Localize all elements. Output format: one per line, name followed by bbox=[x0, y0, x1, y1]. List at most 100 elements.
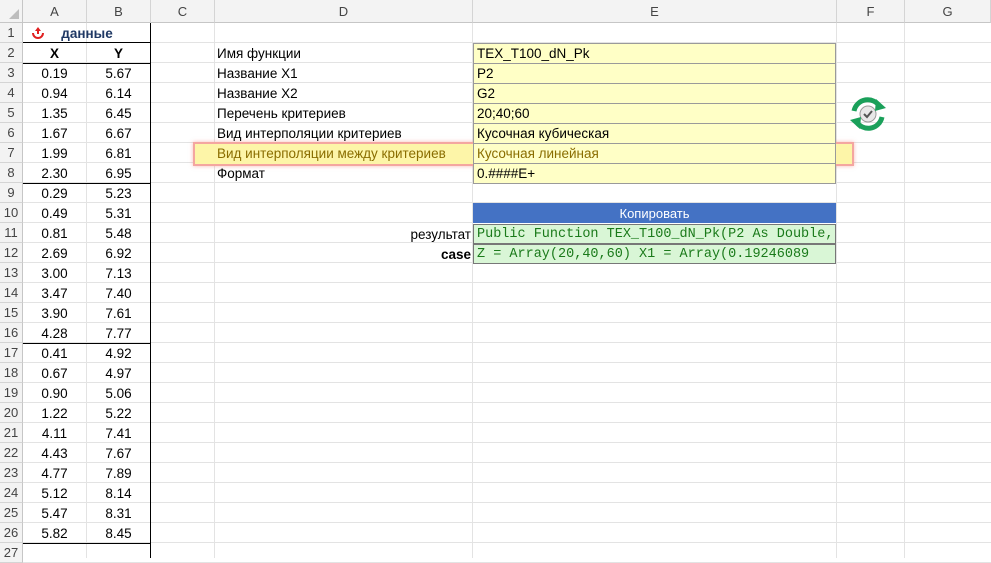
cell-y[interactable]: 7.41 bbox=[87, 423, 150, 443]
column-header-f[interactable]: F bbox=[837, 0, 905, 23]
cell-y[interactable]: 5.22 bbox=[87, 403, 150, 423]
cell-y[interactable]: 7.40 bbox=[87, 283, 150, 303]
table-title: данные bbox=[61, 25, 113, 41]
cell-x[interactable]: 4.77 bbox=[23, 463, 86, 483]
row-header-10[interactable]: 10 bbox=[0, 203, 23, 223]
row-header-5[interactable]: 5 bbox=[0, 103, 23, 123]
cell-y[interactable]: 7.77 bbox=[87, 323, 150, 343]
column-header-d[interactable]: D bbox=[215, 0, 473, 23]
result-label: результат bbox=[410, 226, 472, 242]
row-header-17[interactable]: 17 bbox=[0, 343, 23, 363]
gridline bbox=[23, 382, 991, 383]
code-line-2[interactable]: Z = Array(20,40,60) X1 = Array(0.1924608… bbox=[473, 244, 836, 264]
cell-y[interactable]: 5.67 bbox=[87, 63, 150, 83]
row-header-16[interactable]: 16 bbox=[0, 323, 23, 343]
cell-x[interactable]: 5.12 bbox=[23, 483, 86, 503]
refresh-icon[interactable] bbox=[846, 95, 890, 133]
row-header-26[interactable]: 26 bbox=[0, 523, 23, 543]
param-value[interactable]: 20;40;60 bbox=[473, 103, 836, 124]
cell-x[interactable]: 0.94 bbox=[23, 83, 86, 103]
cell-y[interactable]: 6.14 bbox=[87, 83, 150, 103]
cell-y[interactable]: 6.67 bbox=[87, 123, 150, 143]
row-header-27[interactable]: 27 bbox=[0, 543, 23, 563]
cell-y[interactable]: 5.23 bbox=[87, 183, 150, 203]
cell-x[interactable]: 1.22 bbox=[23, 403, 86, 423]
code-line-1[interactable]: Public Function TEX_T100_dN_Pk(P2 As Dou… bbox=[473, 224, 836, 244]
row-header-9[interactable]: 9 bbox=[0, 183, 23, 203]
column-header-g[interactable]: G bbox=[905, 0, 991, 23]
row-header-1[interactable]: 1 bbox=[0, 23, 23, 43]
cell-x[interactable]: 0.49 bbox=[23, 203, 86, 223]
row-header-19[interactable]: 19 bbox=[0, 383, 23, 403]
cell-x[interactable]: 0.19 bbox=[23, 63, 86, 83]
cell-x[interactable]: 3.90 bbox=[23, 303, 86, 323]
cell-x[interactable]: 0.29 bbox=[23, 183, 86, 203]
cell-x[interactable]: 2.30 bbox=[23, 163, 86, 183]
cell-y[interactable]: 7.61 bbox=[87, 303, 150, 323]
param-label: Название X2 bbox=[217, 85, 298, 101]
cell-x[interactable]: 3.00 bbox=[23, 263, 86, 283]
cell-x[interactable]: 5.47 bbox=[23, 503, 86, 523]
cell-x[interactable]: 0.81 bbox=[23, 223, 86, 243]
row-header-12[interactable]: 12 bbox=[0, 243, 23, 263]
row-header-6[interactable]: 6 bbox=[0, 123, 23, 143]
cell-x[interactable]: 5.82 bbox=[23, 523, 86, 543]
cell-x[interactable]: 3.47 bbox=[23, 283, 86, 303]
gridline bbox=[23, 542, 991, 543]
row-header-2[interactable]: 2 bbox=[0, 43, 23, 63]
cell-y[interactable]: 6.95 bbox=[87, 163, 150, 183]
cell-x[interactable]: 1.35 bbox=[23, 103, 86, 123]
row-header-15[interactable]: 15 bbox=[0, 303, 23, 323]
cell-x[interactable]: 1.67 bbox=[23, 123, 86, 143]
row-header-14[interactable]: 14 bbox=[0, 283, 23, 303]
cell-x[interactable]: 4.11 bbox=[23, 423, 86, 443]
cell-y[interactable]: 4.97 bbox=[87, 363, 150, 383]
param-value[interactable]: TEX_T100_dN_Pk bbox=[473, 43, 836, 64]
param-value[interactable]: Кусочная кубическая bbox=[473, 123, 836, 144]
row-header-23[interactable]: 23 bbox=[0, 463, 23, 483]
cell-y[interactable]: 8.45 bbox=[87, 523, 150, 543]
select-all-corner[interactable] bbox=[0, 0, 23, 23]
row-header-11[interactable]: 11 bbox=[0, 223, 23, 243]
cell-x[interactable]: 1.99 bbox=[23, 143, 86, 163]
row-header-25[interactable]: 25 bbox=[0, 503, 23, 523]
cell-x[interactable]: 0.67 bbox=[23, 363, 86, 383]
cell-y[interactable]: 5.06 bbox=[87, 383, 150, 403]
row-header-13[interactable]: 13 bbox=[0, 263, 23, 283]
cell-y[interactable]: 5.48 bbox=[87, 223, 150, 243]
row-header-8[interactable]: 8 bbox=[0, 163, 23, 183]
cell-y[interactable]: 8.14 bbox=[87, 483, 150, 503]
cell-y[interactable]: 7.13 bbox=[87, 263, 150, 283]
row-header-20[interactable]: 20 bbox=[0, 403, 23, 423]
cell-y[interactable]: 5.31 bbox=[87, 203, 150, 223]
row-header-21[interactable]: 21 bbox=[0, 423, 23, 443]
cell-y[interactable]: 7.89 bbox=[87, 463, 150, 483]
param-value[interactable]: Кусочная линейная bbox=[473, 143, 836, 164]
row-header-4[interactable]: 4 bbox=[0, 83, 23, 103]
column-header-b[interactable]: B bbox=[87, 0, 151, 23]
cell-y[interactable]: 6.92 bbox=[87, 243, 150, 263]
cell-y[interactable]: 6.81 bbox=[87, 143, 150, 163]
cell-x[interactable]: 0.90 bbox=[23, 383, 86, 403]
row-header-24[interactable]: 24 bbox=[0, 483, 23, 503]
cell-y[interactable]: 4.92 bbox=[87, 343, 150, 363]
cell-x[interactable]: 4.43 bbox=[23, 443, 86, 463]
cell-x[interactable]: 0.41 bbox=[23, 343, 86, 363]
param-value[interactable]: P2 bbox=[473, 63, 836, 84]
cell-y[interactable]: 8.31 bbox=[87, 503, 150, 523]
column-header-c[interactable]: C bbox=[151, 0, 215, 23]
row-header-7[interactable]: 7 bbox=[0, 143, 23, 163]
param-value[interactable]: 0.####E+ bbox=[473, 163, 836, 184]
gridline bbox=[23, 422, 991, 423]
param-value[interactable]: G2 bbox=[473, 83, 836, 104]
cell-x[interactable]: 2.69 bbox=[23, 243, 86, 263]
cell-x[interactable]: 4.28 bbox=[23, 323, 86, 343]
cell-y[interactable]: 6.45 bbox=[87, 103, 150, 123]
row-header-22[interactable]: 22 bbox=[0, 443, 23, 463]
cell-y[interactable]: 7.67 bbox=[87, 443, 150, 463]
copy-button[interactable]: Копировать bbox=[473, 203, 836, 223]
row-header-3[interactable]: 3 bbox=[0, 63, 23, 83]
column-header-a[interactable]: A bbox=[23, 0, 87, 23]
row-header-18[interactable]: 18 bbox=[0, 363, 23, 383]
column-header-e[interactable]: E bbox=[473, 0, 837, 23]
